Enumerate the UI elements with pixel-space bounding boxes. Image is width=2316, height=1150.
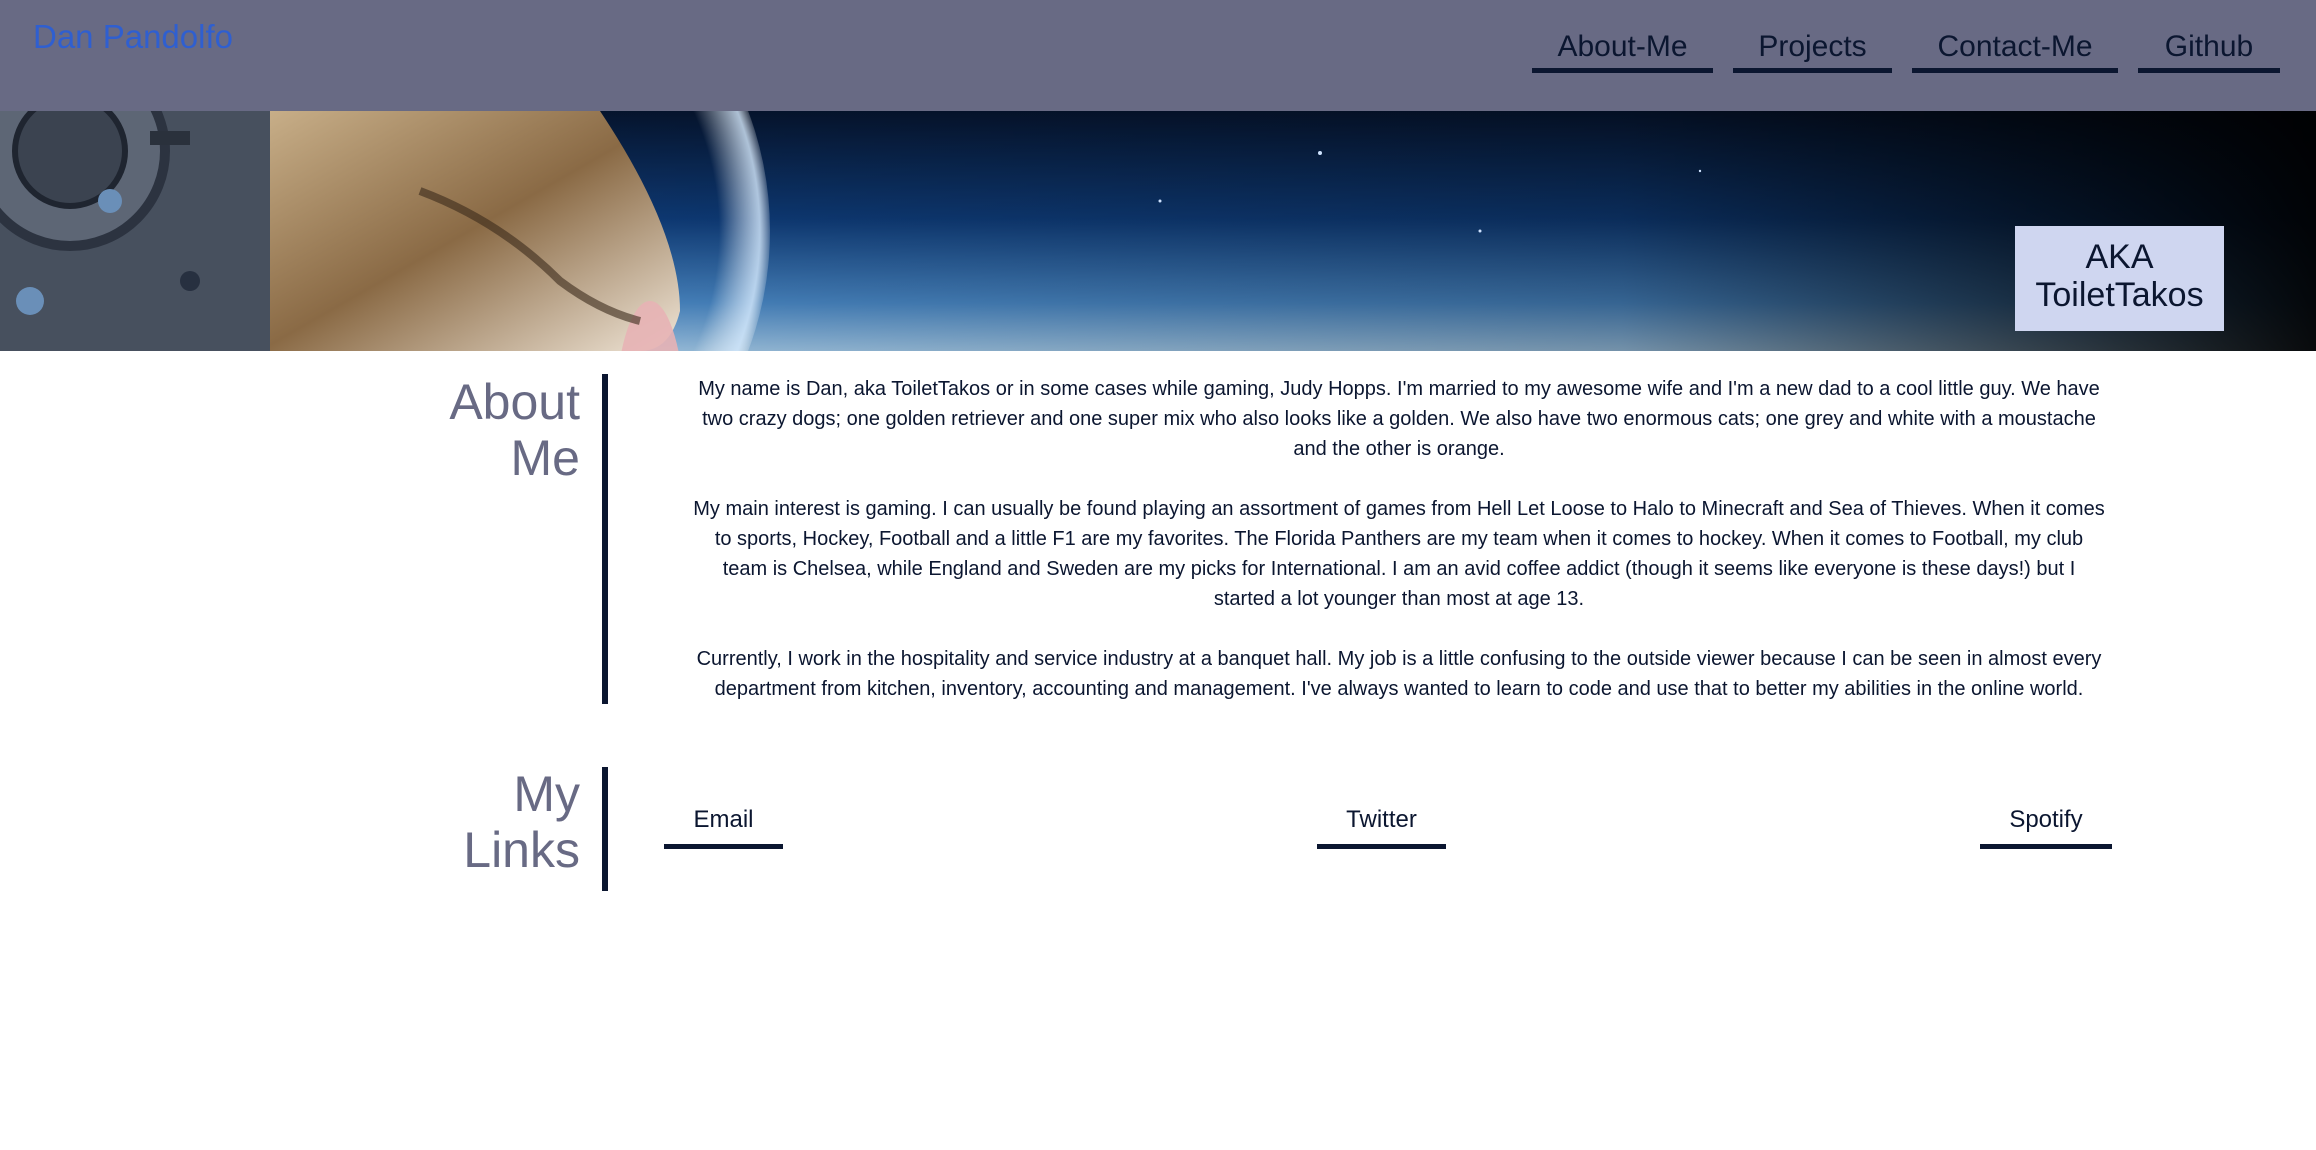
aka-badge: AKA ToiletTakos bbox=[2015, 226, 2224, 331]
spotify-link[interactable]: Spotify bbox=[1980, 802, 2112, 849]
links-divider bbox=[602, 767, 608, 891]
email-link[interactable]: Email bbox=[664, 802, 783, 849]
hero-image bbox=[0, 111, 2316, 351]
about-paragraph: My name is Dan, aka ToiletTakos or in so… bbox=[698, 378, 2100, 460]
links-heading-line2: Links bbox=[463, 822, 580, 878]
about-paragraph: Currently, I work in the hospitality and… bbox=[696, 648, 2102, 700]
links-heading-line1: My bbox=[513, 766, 580, 822]
twitter-link[interactable]: Twitter bbox=[1317, 802, 1446, 849]
about-paragraph: My main interest is gaming. I can usuall… bbox=[693, 498, 2105, 610]
nav-github[interactable]: Github bbox=[2138, 28, 2280, 73]
about-heading-line2: Me bbox=[510, 430, 580, 486]
brand-link[interactable]: Dan Pandolfo bbox=[33, 18, 233, 56]
site-header: Dan Pandolfo About-Me Projects Contact-M… bbox=[0, 0, 2316, 111]
links-heading: My Links bbox=[380, 766, 580, 878]
about-divider bbox=[602, 374, 608, 704]
about-heading: About Me bbox=[380, 374, 580, 486]
aka-label: AKA bbox=[2085, 238, 2154, 276]
about-heading-line1: About bbox=[449, 374, 580, 430]
nav-about-me[interactable]: About-Me bbox=[1532, 28, 1713, 73]
about-text: My name is Dan, aka ToiletTakos or in so… bbox=[690, 374, 2108, 734]
aka-username: ToiletTakos bbox=[2035, 276, 2204, 314]
nav-projects[interactable]: Projects bbox=[1733, 28, 1892, 73]
hero-banner: AKA ToiletTakos bbox=[0, 111, 2316, 351]
nav-contact-me[interactable]: Contact-Me bbox=[1912, 28, 2118, 73]
